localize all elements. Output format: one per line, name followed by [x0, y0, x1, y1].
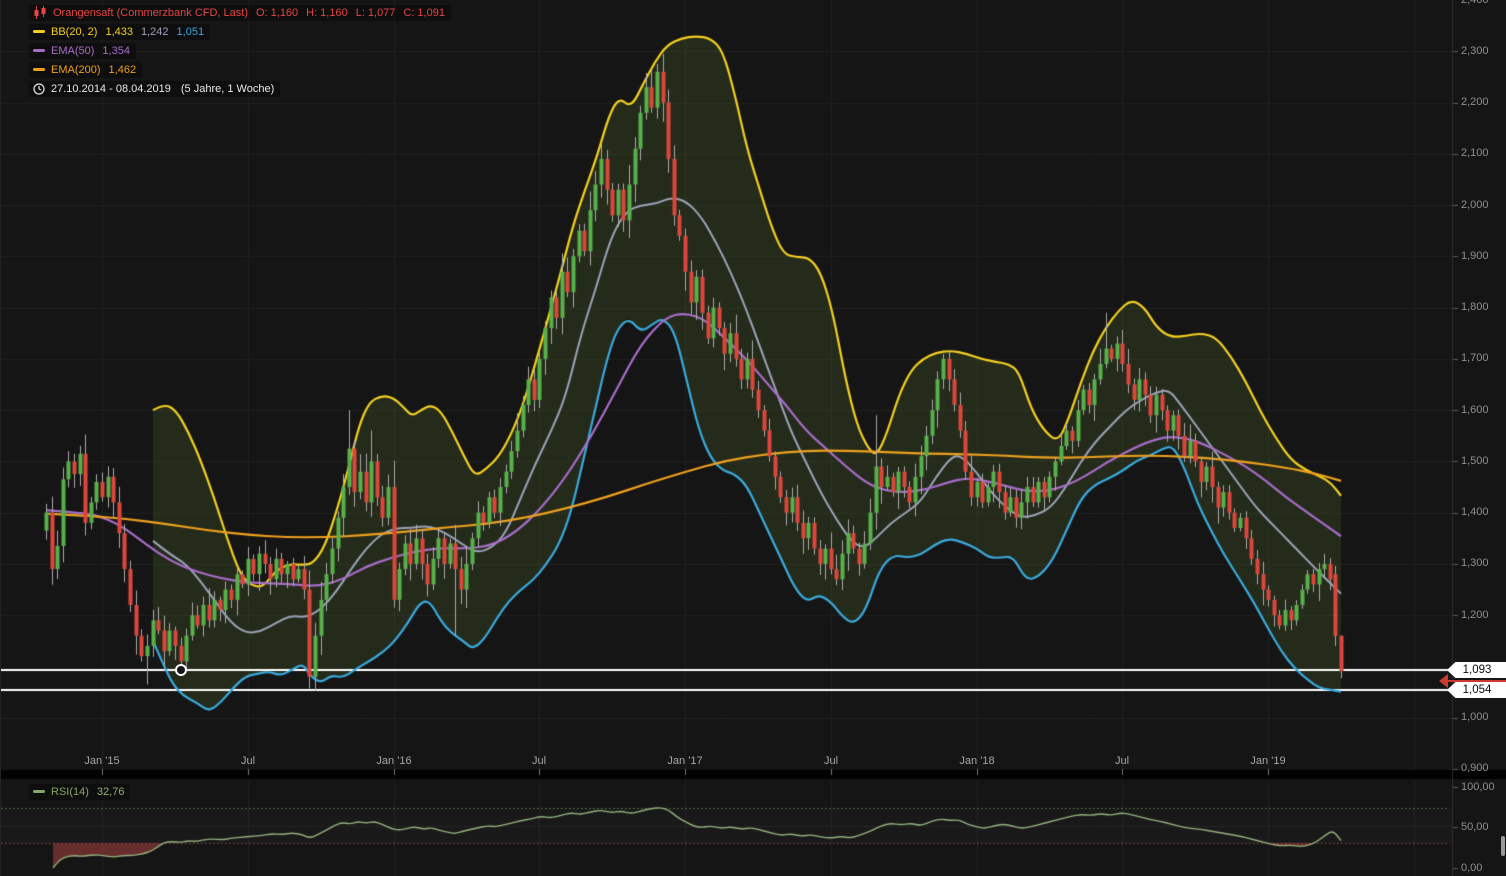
price-axis-label: 1,800 [1461, 301, 1489, 314]
price-axis-label: 1,300 [1461, 557, 1489, 570]
close-value: 1,091 [417, 7, 445, 19]
date-range-row[interactable]: 27.10.2014 - 08.04.2019 (5 Jahre, 1 Woch… [29, 81, 280, 97]
high-value: 1,160 [320, 7, 348, 19]
rsi-label: RSI(14) [51, 786, 89, 798]
price-axis-label: 0,900 [1461, 762, 1489, 775]
time-axis-label: Jan '17 [667, 755, 702, 767]
rsi-axis-label: 100,00 [1461, 781, 1495, 794]
ema200-label: EMA(200) [51, 64, 101, 76]
price-axis-label: 1,700 [1461, 352, 1489, 365]
time-axis-label: Jan '18 [959, 755, 994, 767]
price-axis-label: 2,000 [1461, 199, 1489, 212]
price-axis-label: 1,000 [1461, 711, 1489, 724]
rsi-axis-label: 0,00 [1461, 862, 1482, 875]
ema50-line-icon [33, 49, 45, 52]
rsi-line-icon [33, 790, 45, 793]
price-axis-label: 2,100 [1461, 147, 1489, 160]
ema50-value: 1,354 [102, 45, 130, 57]
time-axis-label: Jul [1115, 755, 1129, 767]
bb-line-icon [33, 30, 45, 33]
hline-anchor-point[interactable] [175, 664, 187, 676]
symbol-row[interactable]: Orangensaft (Commerzbank CFD, Last) O: 1… [29, 5, 451, 21]
time-axis-label: Jan '15 [84, 755, 119, 767]
ema200-line-icon [33, 68, 45, 71]
time-axis-label: Jan '16 [376, 755, 411, 767]
price-axis-label: 1,500 [1461, 455, 1489, 468]
price-axis-label: 1,200 [1461, 609, 1489, 622]
rsi-value: 32,76 [97, 786, 125, 798]
price-line-tag[interactable]: 1,054 [1447, 682, 1506, 698]
price-chart-canvas[interactable] [1, 0, 1506, 876]
timeframe-label: (5 Jahre, 1 Woche) [181, 83, 274, 95]
trading-chart-window: Orangensaft (Commerzbank CFD, Last) O: 1… [0, 0, 1506, 876]
open-label: O: [256, 7, 268, 19]
price-line-tag[interactable]: 1,093 [1447, 662, 1506, 678]
symbol-title: Orangensaft (Commerzbank CFD, Last) [53, 7, 248, 19]
clock-icon [33, 83, 45, 95]
price-axis-label: 2,200 [1461, 96, 1489, 109]
price-axis-label: 1,900 [1461, 250, 1489, 263]
price-axis-label: 1,600 [1461, 404, 1489, 417]
ema200-value: 1,462 [109, 64, 137, 76]
rsi-indicator-row[interactable]: RSI(14) 32,76 [29, 784, 130, 800]
chart-legend: Orangensaft (Commerzbank CFD, Last) O: 1… [29, 5, 451, 100]
candlestick-icon [33, 6, 47, 19]
bb-label: BB(20, 2) [51, 26, 97, 38]
time-axis-label: Jul [532, 755, 546, 767]
time-axis-label: Jul [241, 755, 255, 767]
bb-middle-value: 1,242 [141, 26, 169, 38]
scrollbar-thumb[interactable] [1501, 836, 1505, 856]
bb-indicator-row[interactable]: BB(20, 2) 1,433 1,242 1,051 [29, 24, 210, 40]
ema50-indicator-row[interactable]: EMA(50) 1,354 [29, 43, 136, 59]
time-axis-label: Jul [824, 755, 838, 767]
high-label: H: [306, 7, 317, 19]
date-range: 27.10.2014 - 08.04.2019 [51, 83, 171, 95]
price-axis-label: 2,300 [1461, 45, 1489, 58]
time-axis-label: Jan '19 [1250, 755, 1285, 767]
price-axis-label: 1,400 [1461, 506, 1489, 519]
open-value: 1,160 [271, 7, 299, 19]
price-axis-label: 2,400 [1461, 0, 1489, 7]
ema200-indicator-row[interactable]: EMA(200) 1,462 [29, 62, 142, 78]
bb-upper-value: 1,433 [105, 26, 133, 38]
bb-lower-value: 1,051 [177, 26, 205, 38]
low-value: 1,077 [368, 7, 396, 19]
low-label: L: [356, 7, 365, 19]
rsi-axis-label: 50,00 [1461, 821, 1489, 834]
ema50-label: EMA(50) [51, 45, 94, 57]
close-label: C: [403, 7, 414, 19]
